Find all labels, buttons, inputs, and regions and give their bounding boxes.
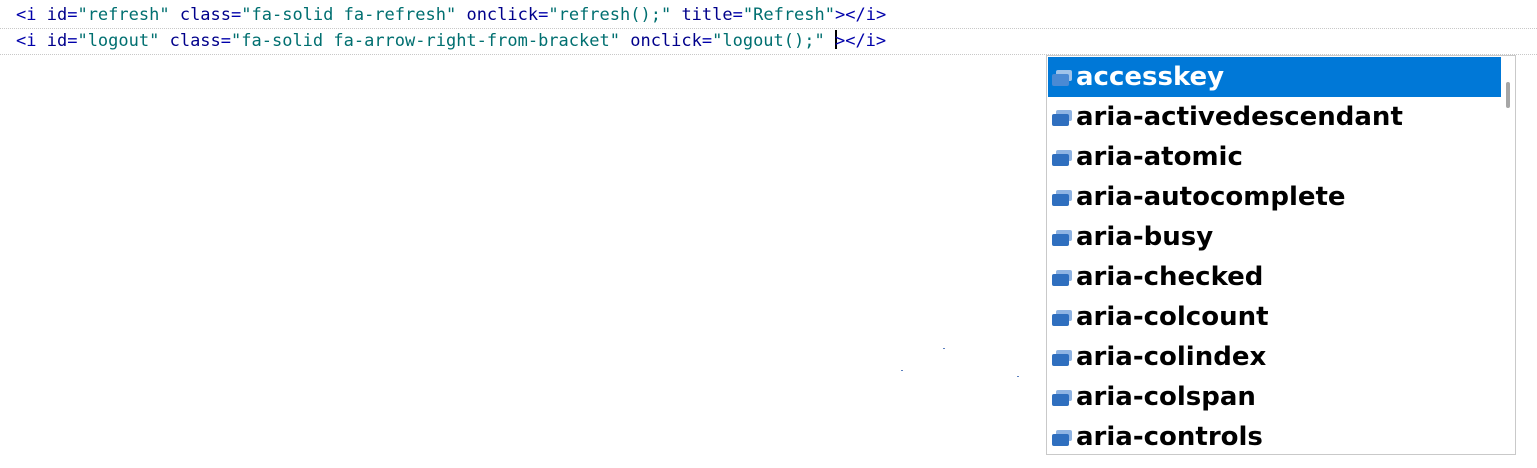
attribute-value: "refresh"	[77, 5, 170, 25]
autocomplete-item[interactable]: aria-colindex	[1048, 337, 1502, 377]
attribute-value: "logout"	[77, 31, 160, 51]
autocomplete-item-label: accesskey	[1076, 62, 1225, 92]
attribute-value: "refresh();"	[548, 5, 672, 25]
attribute-name: title	[681, 5, 733, 25]
attribute-value: "logout();"	[712, 31, 825, 51]
code-line-1[interactable]: <i id="refresh" class="fa-solid fa-refre…	[16, 4, 886, 26]
attribute-icon	[1052, 190, 1072, 206]
attribute-name: onclick	[630, 31, 702, 51]
autocomplete-item-label: aria-busy	[1076, 222, 1214, 252]
autocomplete-dropdown[interactable]: accesskey aria-activedescendant aria-atomi…	[1046, 55, 1516, 455]
attribute-icon	[1052, 150, 1072, 166]
autocomplete-item[interactable]: aria-atomic	[1048, 137, 1502, 177]
autocomplete-item-label: aria-activedescendant	[1076, 102, 1403, 132]
autocomplete-list: accesskey aria-activedescendant aria-atomi…	[1048, 57, 1502, 454]
autocomplete-item-label: aria-autocomplete	[1076, 182, 1346, 212]
autocomplete-item[interactable]: aria-colspan	[1048, 377, 1502, 417]
line-separator	[0, 28, 1537, 29]
autocomplete-item[interactable]: aria-activedescendant	[1048, 97, 1502, 137]
autocomplete-item-label: aria-atomic	[1076, 142, 1243, 172]
tag-token: <i	[16, 5, 47, 25]
attribute-icon	[1052, 390, 1072, 406]
autocomplete-item-label: aria-colcount	[1076, 302, 1269, 332]
attribute-icon	[1052, 110, 1072, 126]
tag-token: ></i>	[834, 31, 887, 51]
attribute-name: id	[46, 5, 68, 25]
attribute-icon	[1052, 230, 1072, 246]
autocomplete-item-label: aria-checked	[1076, 262, 1264, 292]
autocomplete-item[interactable]: aria-colcount	[1048, 297, 1502, 337]
attribute-icon	[1052, 270, 1072, 286]
attribute-value: "fa-solid fa-refresh"	[241, 5, 457, 25]
attribute-name: class	[169, 31, 221, 51]
attribute-icon	[1052, 310, 1072, 326]
autocomplete-item[interactable]: aria-checked	[1048, 257, 1502, 297]
render-artifact	[943, 348, 945, 349]
attribute-name: onclick	[466, 5, 539, 25]
equals-sign: =	[732, 5, 743, 25]
autocomplete-item[interactable]: aria-busy	[1048, 217, 1502, 257]
render-artifact	[901, 370, 903, 371]
attribute-name: class	[179, 5, 232, 25]
autocomplete-item[interactable]: aria-controls	[1048, 417, 1502, 454]
equals-sign: =	[701, 31, 713, 51]
attribute-icon	[1052, 70, 1072, 86]
scrollbar-thumb[interactable]	[1506, 82, 1510, 108]
render-artifact	[1017, 376, 1019, 377]
autocomplete-item[interactable]: aria-autocomplete	[1048, 177, 1502, 217]
tag-token: <i	[16, 31, 47, 51]
autocomplete-item-label: aria-colindex	[1076, 342, 1267, 372]
code-line-2[interactable]: <i id="logout" class="fa-solid fa-arrow-…	[16, 30, 886, 52]
attribute-name: id	[46, 31, 68, 51]
equals-sign: =	[538, 5, 549, 25]
autocomplete-item-label: aria-colspan	[1076, 382, 1256, 412]
equals-sign: =	[220, 31, 232, 51]
attribute-icon	[1052, 430, 1072, 446]
tag-token: ></i>	[835, 5, 887, 25]
equals-sign: =	[67, 31, 78, 51]
equals-sign: =	[231, 5, 242, 25]
code-editor[interactable]: <i id="refresh" class="fa-solid fa-refre…	[0, 0, 1537, 468]
autocomplete-item-label: aria-controls	[1076, 422, 1263, 452]
attribute-icon	[1052, 350, 1072, 366]
attribute-value: "fa-solid fa-arrow-right-from-bracket"	[231, 31, 620, 51]
attribute-value: "Refresh"	[742, 5, 835, 25]
autocomplete-item[interactable]: accesskey	[1048, 57, 1502, 97]
equals-sign: =	[67, 5, 78, 25]
autocomplete-scrollbar[interactable]	[1501, 56, 1515, 454]
